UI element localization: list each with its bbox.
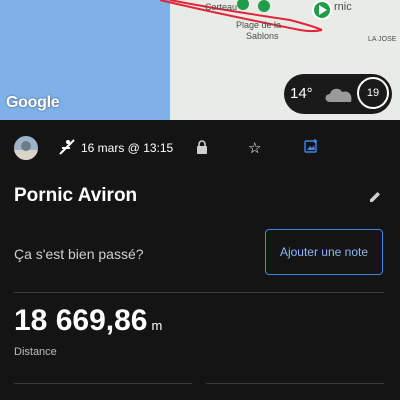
- poi-marker-1: [237, 0, 249, 10]
- add-photo-icon[interactable]: [304, 139, 318, 153]
- map-label: Plage de la: [236, 20, 282, 30]
- activity-date: 16 mars @ 13:15: [81, 141, 174, 155]
- avatar[interactable]: [14, 136, 38, 160]
- poi-marker-2: [258, 0, 270, 12]
- star-icon[interactable]: ☆: [248, 139, 261, 157]
- cloud-icon: [325, 88, 352, 102]
- note-prompt: Ça s'est bien passé?: [14, 246, 144, 262]
- map-label: Sablons: [246, 31, 279, 41]
- map-label: rnic: [334, 1, 352, 13]
- google-logo: Google: [6, 94, 60, 111]
- temperature: 14°: [290, 85, 313, 102]
- wind-speed: 19: [366, 87, 380, 99]
- wind-indicator: 19: [357, 77, 389, 109]
- map-label: LA JOSE: [368, 36, 397, 43]
- distance-label: Distance: [14, 346, 57, 358]
- distance-value: 18 669,86: [14, 304, 148, 337]
- map-label: Corteau: [205, 2, 238, 12]
- divider: [14, 292, 384, 293]
- rowing-icon: [59, 139, 75, 155]
- avatar-image-icon: [14, 141, 38, 160]
- divider: [206, 383, 384, 384]
- add-note-button[interactable]: Ajouter une note: [265, 229, 383, 275]
- edit-icon[interactable]: [368, 190, 382, 204]
- distance-unit: m: [151, 318, 163, 333]
- activity-title: Pornic Aviron: [14, 185, 138, 206]
- distance-stat: 18 669,86 m: [14, 304, 162, 338]
- divider: [14, 383, 192, 384]
- lock-icon[interactable]: [195, 140, 209, 154]
